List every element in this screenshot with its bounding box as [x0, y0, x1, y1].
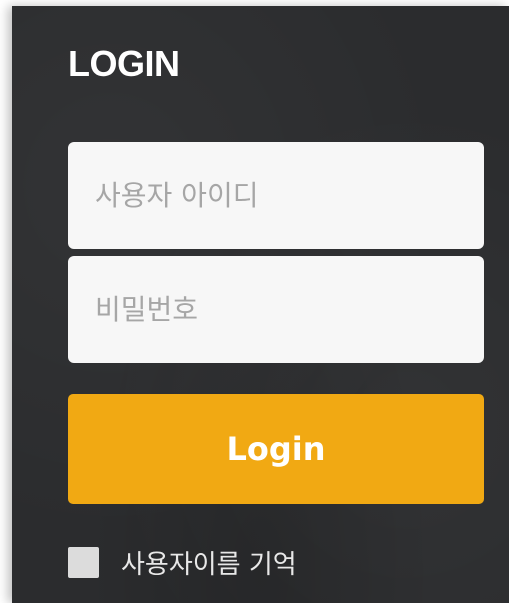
username-input[interactable]	[68, 142, 484, 249]
password-input[interactable]	[68, 256, 484, 363]
remember-username[interactable]: 사용자이름 기억	[68, 542, 297, 582]
remember-label[interactable]: 사용자이름 기억	[121, 544, 297, 581]
login-title: LOGIN	[68, 43, 180, 84]
remember-checkbox[interactable]	[68, 546, 99, 578]
login-panel: LOGIN Login 사용자이름 기억	[12, 6, 509, 603]
login-button[interactable]: Login	[68, 394, 484, 504]
